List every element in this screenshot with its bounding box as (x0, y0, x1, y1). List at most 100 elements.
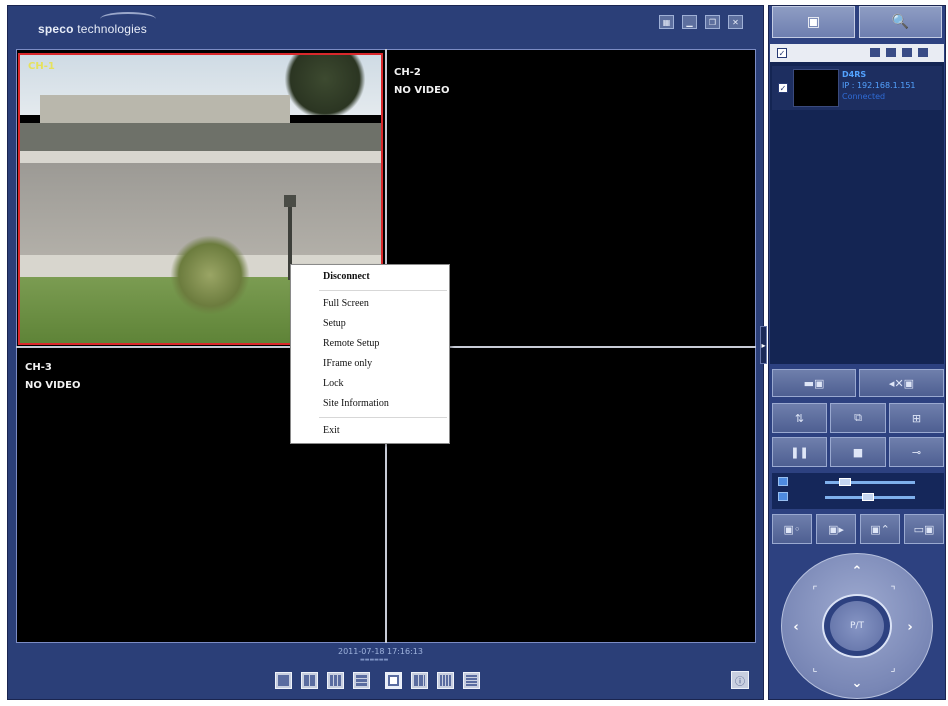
search-icon: 🔍 (891, 14, 910, 30)
layout-grid-icon (466, 675, 477, 686)
layout-page-icon (440, 675, 451, 686)
stop-button[interactable]: ■ (830, 437, 886, 467)
select-all-checkbox[interactable]: ✓ (777, 48, 787, 58)
sort-icon: ⇅ (794, 411, 805, 425)
pause-button[interactable]: ❚❚ (772, 437, 827, 467)
site-ip: IP : 192.168.1.151 (842, 81, 916, 90)
ptz-up-left-icon[interactable]: ⌜ (808, 583, 822, 597)
layout-nine-icon (330, 675, 341, 686)
volume-slider-knob[interactable] (862, 493, 875, 501)
edit-site-icon[interactable] (886, 48, 896, 57)
layout-single-icon (278, 675, 289, 686)
layout-sixteen-icon (388, 675, 399, 686)
layout-sequence-icon (414, 675, 425, 686)
panel-splitter-handle[interactable]: ▸ (760, 326, 767, 364)
brightness-icon (778, 477, 788, 486)
site-checkbox[interactable]: ✓ (778, 83, 788, 93)
ptz-left-arrow-icon[interactable]: ‹ (788, 619, 804, 635)
site-properties-icon[interactable] (918, 48, 928, 57)
layout-page-button[interactable] (437, 672, 454, 689)
channel-3-label: CH-3 (25, 362, 52, 373)
window-settings-button[interactable]: ▦ (659, 15, 674, 29)
focus-near-button[interactable]: ▣⌃ (860, 514, 900, 544)
connect-button[interactable]: ▬▣ (772, 369, 856, 397)
focus-far-icon: ▭▣ (913, 522, 935, 536)
layout-quad-icon (304, 675, 315, 686)
channel-1-label: CH-1 (28, 61, 55, 72)
window-close-button[interactable]: ✕ (728, 15, 743, 29)
logo-swoosh-icon (100, 12, 156, 26)
camera-bush (170, 235, 250, 315)
pause-icon: ❚❚ (790, 445, 809, 459)
add-site-icon[interactable] (870, 48, 880, 57)
site-list-icon: ▣ (806, 14, 821, 30)
timestamp-underline: ▬▬▬▬▬▬ (360, 657, 389, 663)
menu-item-remote-setup[interactable]: Remote Setup (323, 338, 379, 349)
channel-2-label: CH-2 (394, 67, 421, 78)
menu-item-iframe-only[interactable]: IFrame only (323, 358, 372, 369)
key-icon: ⊸ (911, 445, 922, 459)
minimize-icon: ▁ (686, 17, 693, 27)
layout-4-button[interactable] (301, 672, 318, 689)
search-tab-button[interactable]: 🔍 (859, 6, 942, 38)
site-name: D4RS (842, 70, 867, 79)
layout-grid-button[interactable] (463, 672, 480, 689)
menu-item-site-information[interactable]: Site Information (323, 398, 389, 409)
camera-lamp (284, 195, 296, 207)
volume-icon (778, 492, 788, 501)
ptz-right-arrow-icon[interactable]: › (902, 619, 918, 635)
ptz-up-arrow-icon[interactable]: ⌃ (849, 563, 865, 579)
camera-building (40, 95, 290, 123)
remove-site-icon[interactable] (902, 48, 912, 57)
connect-icon: ▬▣ (803, 376, 825, 390)
audio-video-sliders (772, 473, 944, 509)
menu-item-setup[interactable]: Setup (323, 318, 346, 329)
channel-3-status: NO VIDEO (25, 380, 81, 391)
menu-item-disconnect[interactable]: Disconnect (323, 271, 370, 282)
zoom-in-icon: ▣▸ (828, 522, 844, 536)
site-status: Connected (842, 92, 886, 101)
focus-far-button[interactable]: ▭▣ (904, 514, 944, 544)
restore-icon: ❐ (708, 17, 717, 27)
info-icon: ⓘ (735, 676, 745, 688)
layout-16-button[interactable] (385, 672, 402, 689)
channel-2-status: NO VIDEO (394, 85, 450, 96)
menu-separator (319, 290, 447, 291)
camera-wall (20, 123, 381, 151)
menu-item-lock[interactable]: Lock (323, 378, 344, 389)
layout-13-button[interactable] (353, 672, 370, 689)
layout-1-button[interactable] (275, 672, 292, 689)
ptz-center-label: P/T (850, 621, 864, 631)
record-toggle-button[interactable]: ⇅ (772, 403, 827, 433)
close-icon: ✕ (732, 17, 739, 27)
timestamp: 2011-07-18 17:16:13 (338, 647, 423, 656)
layout-9-button[interactable] (327, 672, 344, 689)
camera-curb (20, 151, 381, 163)
disconnect-icon: ◂✕▣ (888, 376, 915, 390)
snapshot-button[interactable]: ⧉ (830, 403, 886, 433)
layout-thirteen-icon (356, 675, 367, 686)
zoom-in-button[interactable]: ▣▸ (816, 514, 856, 544)
ptz-center-button[interactable]: P/T (830, 601, 884, 651)
ptz-down-arrow-icon[interactable]: ⌄ (849, 675, 865, 691)
event-button[interactable]: ⊞ (889, 403, 944, 433)
disconnect-button[interactable]: ◂✕▣ (859, 369, 944, 397)
ptz-down-right-icon[interactable]: ⌟ (886, 660, 900, 674)
menu-item-exit[interactable]: Exit (323, 425, 340, 436)
info-button[interactable]: ⓘ (731, 671, 749, 689)
window-restore-button[interactable]: ❐ (705, 15, 720, 29)
settings-icon: ▦ (662, 17, 671, 27)
layout-sequence-button[interactable] (411, 672, 428, 689)
key-button[interactable]: ⊸ (889, 437, 944, 467)
brightness-slider-knob[interactable] (839, 478, 852, 486)
menu-item-full-screen[interactable]: Full Screen (323, 298, 369, 309)
window-minimize-button[interactable]: ▁ (682, 15, 697, 29)
site-list-tab-button[interactable]: ▣ (772, 6, 855, 38)
focus-near-icon: ▣⌃ (870, 522, 890, 536)
ptz-up-right-icon[interactable]: ⌝ (886, 583, 900, 597)
zoom-out-button[interactable]: ▣◦ (772, 514, 812, 544)
ptz-down-left-icon[interactable]: ⌞ (808, 660, 822, 674)
camera-tree (280, 55, 370, 115)
snapshot-icon: ⧉ (854, 411, 862, 424)
logo-brand-bold: speco (38, 22, 74, 36)
